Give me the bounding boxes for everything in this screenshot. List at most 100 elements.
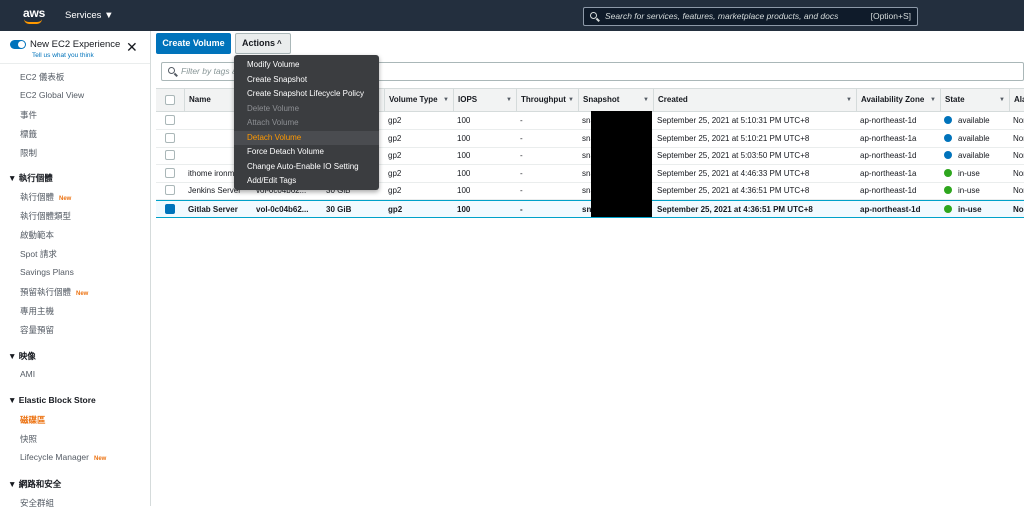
cell-availability-zone-text: ap-northeast-1a	[860, 168, 917, 178]
cell-volume-type: gp2	[384, 112, 453, 129]
sidebar-item-0-6-label: 專用主機	[20, 306, 55, 316]
col-volume-type[interactable]: Volume Type ▼	[384, 89, 453, 111]
cell-volume-type-text: gp2	[388, 116, 402, 125]
sidebar-item-0-3[interactable]: Spot 請求	[20, 248, 170, 260]
cell-alarm: Nor	[1009, 182, 1024, 199]
sidebar-item-0-0[interactable]: 執行個體 New	[20, 191, 170, 203]
col-throughput[interactable]: Throughput ▼	[516, 89, 578, 111]
menu-item-detach-volume[interactable]: Detach Volume	[234, 130, 379, 145]
cell-alarm: Nor	[1009, 165, 1024, 182]
select-all-checkbox[interactable]	[165, 95, 175, 105]
sidebar-divider	[0, 63, 150, 64]
cell-availability-zone-text: ap-northeast-1a	[860, 133, 917, 143]
menu-item-create-snapshot[interactable]: Create Snapshot	[234, 73, 379, 87]
sidebar-item-2-2[interactable]: Lifecycle Manager New	[20, 452, 170, 462]
cell-iops: 100	[453, 201, 516, 218]
row-checkbox[interactable]	[165, 132, 175, 143]
menu-item-force-detach-volume[interactable]: Force Detach Volume	[234, 145, 379, 159]
create-volume-button[interactable]: Create Volume	[156, 33, 231, 54]
sidebar-item-0-7[interactable]: 容量預留	[20, 324, 170, 336]
sidebar-item-top-4-label: 限制	[20, 148, 38, 158]
cell-created: September 25, 2021 at 5:03:50 PM UTC+8	[653, 147, 856, 164]
cell-throughput-text: -	[520, 186, 523, 196]
cell-state: in-use	[940, 165, 1009, 182]
cell-volume-type-text: gp2	[388, 186, 402, 196]
services-menu[interactable]: Services ▼	[65, 10, 113, 21]
menu-item-change-auto-enable-io-setting[interactable]: Change Auto-Enable IO Setting	[234, 160, 379, 174]
actions-button[interactable]: Actions ^	[235, 33, 291, 54]
status-dot-icon	[944, 186, 952, 195]
sidebar-item-top-2-label: 事件	[20, 110, 38, 120]
cell-state-text: available	[958, 116, 990, 125]
col-snapshot[interactable]: Snapshot ▼	[578, 89, 653, 111]
sidebar-item-top-4[interactable]: 限制	[20, 147, 170, 159]
sidebar-item-top-3-label: 標籤	[20, 129, 38, 139]
actions-label: Actions	[242, 38, 276, 48]
aws-logo[interactable]: aws	[23, 6, 45, 20]
cell-throughput: -	[516, 201, 578, 218]
cell-created-text: September 25, 2021 at 5:03:50 PM UTC+8	[657, 151, 810, 161]
new-badge: New	[93, 456, 107, 462]
cell-state-text: in-use	[958, 168, 980, 178]
col-availability-zone[interactable]: Availability Zone ▼	[856, 89, 940, 111]
cell-volume-type-text: gp2	[388, 168, 402, 178]
sidebar-item-0-2[interactable]: 啟動範本	[20, 229, 170, 241]
sidebar-item-1-0[interactable]: AMI	[20, 369, 170, 379]
menu-item-create-snapshot-lifecycle-policy[interactable]: Create Snapshot Lifecycle Policy	[234, 87, 379, 101]
menu-item-modify-volume[interactable]: Modify Volume	[234, 58, 379, 72]
sidebar-item-0-0-label: 執行個體	[20, 192, 55, 202]
cell-state: available	[940, 112, 1009, 129]
sidebar-item-top-2[interactable]: 事件	[20, 109, 170, 121]
sidebar-item-top-1[interactable]: EC2 Global View	[20, 90, 170, 100]
sidebar-item-0-5[interactable]: 預留執行個體 New	[20, 286, 170, 298]
sidebar-section-2[interactable]: ▼ Elastic Block Store	[8, 395, 158, 405]
aws-logo-smile-icon	[24, 19, 42, 24]
cell-alarm-text: Nor	[1013, 151, 1024, 161]
global-search-placeholder: Search for services, features, marketpla…	[605, 11, 839, 21]
sidebar-item-top-3[interactable]: 標籤	[20, 128, 170, 140]
cell-created: September 25, 2021 at 4:36:51 PM UTC+8	[653, 201, 856, 218]
cell-throughput: -	[516, 182, 578, 199]
sidebar-item-0-5-label: 預留執行個體	[20, 287, 72, 297]
col-created[interactable]: Created ▼	[653, 89, 856, 111]
row-checkbox[interactable]	[165, 204, 175, 214]
cell-volume-type-text: gp2	[388, 133, 402, 143]
sidebar-item-0-4[interactable]: Savings Plans	[20, 267, 170, 277]
sidebar-item-top-0[interactable]: EC2 儀表板	[20, 71, 170, 83]
row-checkbox[interactable]	[165, 167, 175, 178]
cell-throughput-text: -	[520, 205, 523, 214]
actions-dropdown-menu: Modify Volume Create Snapshot Create Snaps…	[234, 55, 379, 190]
row-checkbox[interactable]	[165, 150, 175, 161]
status-dot-icon	[944, 116, 952, 124]
global-search-input[interactable]: Search for services, features, marketpla…	[583, 7, 918, 26]
row-checkbox[interactable]	[165, 115, 175, 125]
cell-availability-zone: ap-northeast-1d	[856, 112, 940, 129]
col-iops[interactable]: IOPS ▼	[453, 89, 516, 111]
sidebar-item-3-0[interactable]: 安全群組	[20, 497, 170, 509]
menu-item-add-edit-tags[interactable]: Add/Edit Tags	[234, 174, 379, 188]
close-icon[interactable]: ✕	[126, 40, 138, 54]
col-state[interactable]: State ▼	[940, 89, 1009, 111]
new-experience-toggle[interactable]	[10, 40, 26, 49]
sidebar-section-0[interactable]: ▼ 執行個體	[8, 172, 158, 184]
status-dot-icon	[944, 205, 952, 213]
sidebar-item-2-1[interactable]: 快照	[20, 433, 170, 445]
sidebar-item-0-6[interactable]: 專用主機	[20, 305, 170, 317]
table-row[interactable]: Gitlab Server vol-0c04b62... 30 GiB gp2 100 -…	[156, 200, 1024, 218]
cell-alarm-text: Nor	[1013, 133, 1024, 143]
sidebar-item-2-0[interactable]: 磁碟區	[20, 414, 170, 426]
sidebar-section-1[interactable]: ▼ 映像	[8, 350, 158, 362]
sidebar-section-0-label: ▼ 執行個體	[8, 173, 53, 183]
sidebar-section-2-label: ▼ Elastic Block Store	[8, 395, 96, 405]
redaction-block	[591, 111, 652, 217]
sidebar-item-0-2-label: 啟動範本	[20, 230, 55, 240]
feedback-link[interactable]: Tell us what you think	[32, 52, 94, 59]
row-checkbox[interactable]	[165, 185, 175, 196]
cell-alarm: Nor	[1009, 147, 1024, 164]
cell-availability-zone-text: ap-northeast-1d	[860, 186, 917, 196]
sidebar-section-3[interactable]: ▼ 網路和安全	[8, 478, 158, 490]
col-alarm[interactable]: Ala	[1009, 89, 1024, 111]
sidebar: New EC2 Experience Tell us what you thin…	[0, 31, 151, 508]
sidebar-item-0-1[interactable]: 執行個體類型	[20, 210, 170, 222]
cell-iops: 100	[453, 147, 516, 164]
